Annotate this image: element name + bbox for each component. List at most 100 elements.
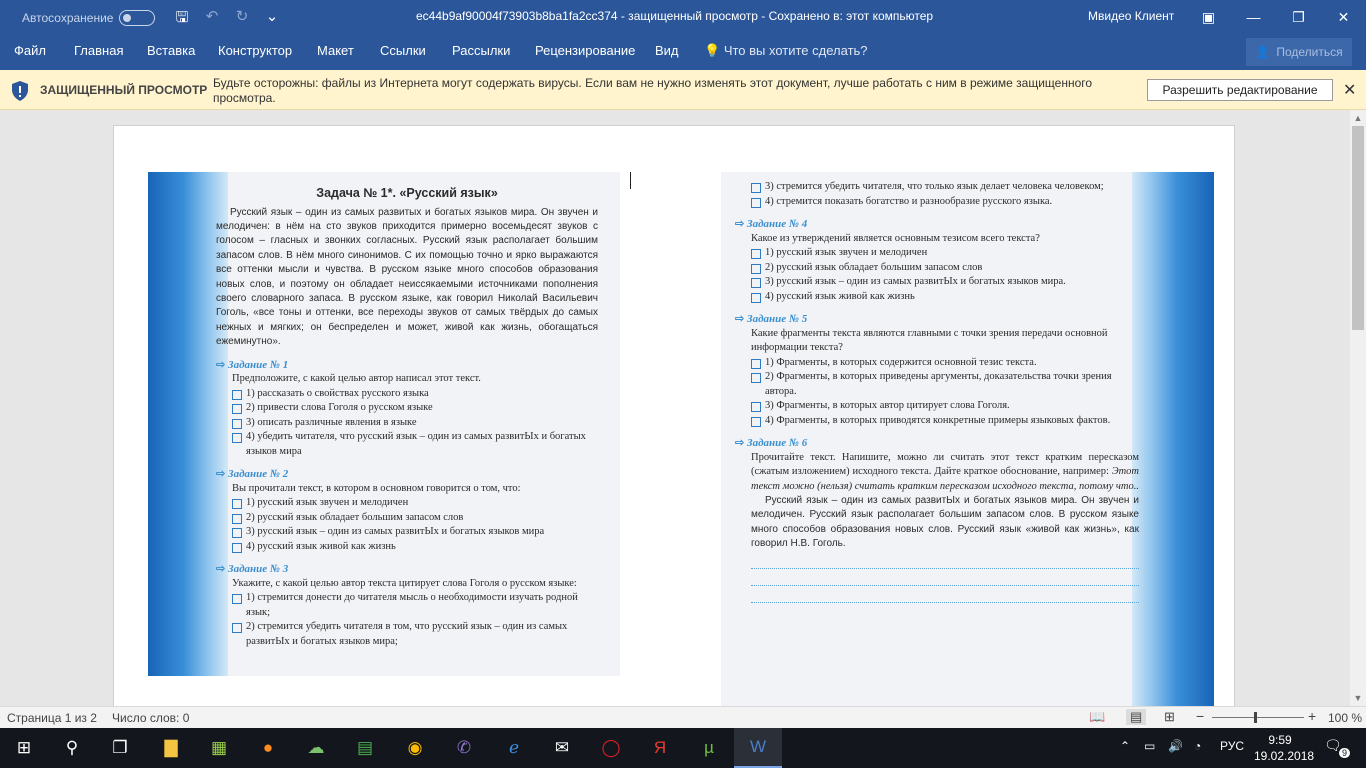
task-2-option: 3) русский язык – один из самых развитЫх… bbox=[232, 525, 598, 540]
answer-line bbox=[751, 592, 1139, 603]
close-bar-icon[interactable]: ✕ bbox=[1343, 80, 1356, 100]
window-title: ec44b9af90004f73903b8ba1fa2cc374 - защищ… bbox=[416, 9, 934, 23]
chrome-icon[interactable]: ◉ bbox=[391, 728, 439, 768]
task-6-label: Задание № 6 bbox=[735, 436, 1139, 451]
task-5-question: Какие фрагменты текста являются главными… bbox=[751, 327, 1108, 354]
task-5-option: 4) Фрагменты, в которых приводятся конкр… bbox=[751, 414, 1139, 429]
task-6-question: Прочитайте текст. Напишите, можно ли счи… bbox=[751, 451, 1139, 495]
toggle-switch-icon[interactable] bbox=[119, 10, 156, 26]
lightbulb-icon: 💡 bbox=[704, 43, 721, 58]
vertical-scrollbar[interactable]: ▲ ▼ bbox=[1350, 110, 1366, 706]
task-2-label: Задание № 2 bbox=[216, 467, 598, 482]
opera-icon[interactable]: ◯ bbox=[587, 728, 635, 768]
person-icon: 👤 bbox=[1255, 45, 1271, 59]
task-2-option: 1) русский язык звучен и мелодичен bbox=[232, 496, 598, 511]
store-icon[interactable]: ▦ bbox=[195, 728, 243, 768]
status-bar: Страница 1 из 2 Число слов: 0 📖 ▤ ⊞ − + … bbox=[0, 706, 1366, 728]
scanned-page-left-image: Задача № 1*. «Русский язык» Русский язык… bbox=[148, 172, 620, 676]
utorrent-icon[interactable]: µ bbox=[685, 728, 733, 768]
tell-me-search[interactable]: 💡 Что вы хотите сделать? bbox=[704, 43, 868, 59]
task-3-label: Задание № 3 bbox=[216, 562, 598, 577]
web-layout-icon[interactable]: ⊞ bbox=[1164, 709, 1175, 725]
protected-view-bar: ЗАЩИЩЕННЫЙ ПРОСМОТР Будьте осторожны: фа… bbox=[0, 70, 1366, 110]
task-view-icon[interactable]: ❐ bbox=[96, 728, 144, 768]
volume-icon[interactable]: 🔊 bbox=[1168, 739, 1183, 753]
scroll-thumb[interactable] bbox=[1352, 126, 1364, 330]
zoom-in-icon[interactable]: + bbox=[1308, 708, 1316, 724]
task-4-question: Какое из утверждений является основным т… bbox=[751, 232, 1040, 244]
tab-view[interactable]: Вид bbox=[655, 43, 679, 58]
zoom-slider-knob[interactable] bbox=[1254, 712, 1257, 723]
notes-app-icon[interactable]: ▤ bbox=[341, 728, 389, 768]
task-3-option: 2) стремится убедить читателя в том, что… bbox=[232, 620, 598, 649]
word-icon[interactable]: W bbox=[734, 728, 782, 768]
answer-line bbox=[751, 575, 1139, 586]
text-cursor bbox=[630, 172, 631, 189]
task-title: Задача № 1*. «Русский язык» bbox=[316, 186, 498, 200]
clock[interactable]: 9:59 19.02.2018 bbox=[1254, 732, 1315, 764]
task-1-option: 3) описать различные явления в языке bbox=[232, 416, 598, 431]
task-2-option: 2) русский язык обладает большим запасом… bbox=[232, 511, 598, 526]
customize-qat-icon[interactable]: ⌄ bbox=[262, 7, 282, 32]
ribbon-display-options-icon[interactable]: ▣ bbox=[1186, 0, 1231, 34]
task-5-option: 1) Фрагменты, в которых содержится основ… bbox=[751, 356, 1139, 371]
print-layout-icon[interactable]: ▤ bbox=[1126, 709, 1147, 725]
language-indicator[interactable]: РУС bbox=[1220, 739, 1244, 753]
tab-layout[interactable]: Макет bbox=[317, 43, 354, 58]
title-bar: Автосохранение 🖫 ↶ ↻ ⌄ ec44b9af90004f739… bbox=[0, 0, 1366, 34]
read-mode-icon[interactable]: 📖 bbox=[1089, 709, 1105, 725]
firefox-icon[interactable]: ● bbox=[244, 728, 292, 768]
mail-icon[interactable]: ✉ bbox=[538, 728, 586, 768]
tab-references[interactable]: Ссылки bbox=[380, 43, 426, 58]
tab-design[interactable]: Конструктор bbox=[218, 43, 292, 58]
save-icon[interactable]: 🖫 bbox=[172, 7, 192, 32]
restore-icon[interactable]: ❐ bbox=[1276, 0, 1321, 34]
zoom-level[interactable]: 100 % bbox=[1328, 711, 1362, 725]
search-icon[interactable]: ⚲ bbox=[48, 728, 96, 768]
task-5-option: 2) Фрагменты, в которых приведены аргуме… bbox=[751, 370, 1139, 399]
task-4-option: 4) русский язык живой как жизнь bbox=[751, 290, 1139, 305]
clock-time: 9:59 bbox=[1268, 733, 1292, 747]
zoom-slider[interactable] bbox=[1212, 717, 1304, 718]
viber-icon[interactable]: ✆ bbox=[440, 728, 488, 768]
user-name[interactable]: Мвидео Клиент bbox=[1088, 9, 1174, 23]
task-3-question: Укажите, с какой целью автор текста цити… bbox=[232, 577, 577, 589]
minimize-icon[interactable]: — bbox=[1231, 0, 1276, 34]
scroll-down-icon[interactable]: ▼ bbox=[1350, 690, 1366, 706]
enable-editing-button[interactable]: Разрешить редактирование bbox=[1147, 79, 1333, 101]
autosave-toggle[interactable]: Автосохранение bbox=[22, 10, 156, 26]
tab-insert[interactable]: Вставка bbox=[147, 43, 195, 58]
scroll-up-icon[interactable]: ▲ bbox=[1350, 110, 1366, 126]
battery-icon[interactable]: ▭ bbox=[1144, 739, 1155, 753]
task-1-option: 1) рассказать о свойствах русского языка bbox=[232, 387, 598, 402]
tray-chevron-icon[interactable]: ⌃ bbox=[1120, 739, 1130, 753]
clock-date: 19.02.2018 bbox=[1254, 749, 1315, 763]
file-explorer-icon[interactable]: ▇ bbox=[147, 728, 195, 768]
redo-icon[interactable]: ↻ bbox=[232, 7, 252, 32]
tab-home[interactable]: Главная bbox=[74, 43, 123, 58]
zoom-out-icon[interactable]: − bbox=[1196, 708, 1204, 724]
yandex-icon[interactable]: Я bbox=[636, 728, 684, 768]
document-page[interactable]: Задача № 1*. «Русский язык» Русский язык… bbox=[113, 125, 1235, 706]
tab-file[interactable]: Файл bbox=[14, 43, 46, 58]
notification-count-badge: 9 bbox=[1339, 748, 1351, 758]
document-canvas[interactable]: Задача № 1*. «Русский язык» Русский язык… bbox=[0, 110, 1350, 706]
tab-mailings[interactable]: Рассылки bbox=[452, 43, 510, 58]
page-count[interactable]: Страница 1 из 2 bbox=[7, 711, 97, 725]
task-6-question-text: Прочитайте текст. Напишите, можно ли счи… bbox=[751, 451, 1139, 478]
close-icon[interactable]: ✕ bbox=[1321, 0, 1366, 34]
task-1-option: 4) убедить читателя, что русский язык – … bbox=[232, 430, 598, 459]
task-4-label: Задание № 4 bbox=[735, 217, 1139, 232]
undo-icon[interactable]: ↶ bbox=[202, 7, 222, 32]
share-label: Поделиться bbox=[1276, 45, 1343, 59]
windows-start-icon[interactable]: ⊞ bbox=[0, 728, 48, 768]
task-3-option: 3) стремится убедить читателя, что тольк… bbox=[751, 180, 1139, 195]
task-1-label: Задание № 1 bbox=[216, 358, 598, 373]
word-count[interactable]: Число слов: 0 bbox=[112, 711, 189, 725]
edge-icon[interactable]: ℯ bbox=[490, 728, 538, 768]
share-button[interactable]: 👤 Поделиться bbox=[1246, 38, 1352, 66]
scanned-page-right-image: 3) стремится убедить читателя, что тольк… bbox=[721, 172, 1214, 706]
network-icon[interactable]: ◔ bbox=[1194, 739, 1201, 753]
cloud-app-icon[interactable]: ☁ bbox=[292, 728, 340, 768]
tab-review[interactable]: Рецензирование bbox=[535, 43, 635, 58]
